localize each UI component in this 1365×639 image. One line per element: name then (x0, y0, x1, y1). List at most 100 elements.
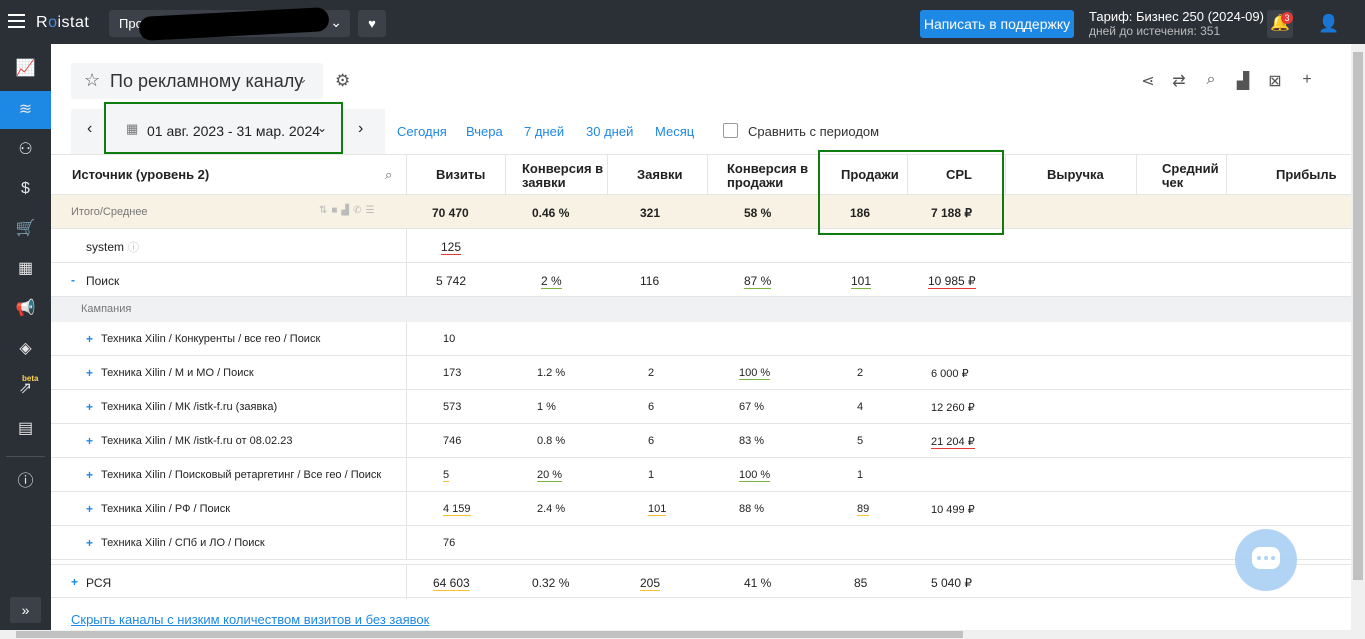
period-30days[interactable]: 30 дней (586, 124, 633, 139)
expand-toggle[interactable]: + (86, 434, 93, 448)
col-conv-req[interactable]: Конверсия в заявки (522, 162, 603, 190)
table-row[interactable]: + Техника Xilin / Поисковый ретаргетинг /… (51, 458, 1351, 492)
expand-toggle[interactable]: + (86, 502, 93, 516)
row-label: Техника Xilin / М и МО / Поиск (101, 367, 254, 379)
row-sales[interactable]: 89 (857, 503, 870, 516)
row-visits: 746 (443, 435, 462, 447)
hide-low-traffic-link[interactable]: Скрыть каналы с низким количеством визит… (71, 612, 429, 627)
row-requests[interactable]: 205 (640, 576, 661, 591)
analytics-icon[interactable]: 📈 (0, 50, 51, 88)
row-cpl[interactable]: 21 204 ₽ (931, 435, 975, 449)
col-cpl[interactable]: CPL (946, 168, 972, 182)
row-conv-req[interactable]: 2 % (541, 274, 562, 289)
row-requests[interactable]: 101 (648, 503, 667, 516)
excel-icon[interactable]: ⊠ (1265, 71, 1285, 91)
col-profit[interactable]: Прибыль (1276, 168, 1337, 182)
col-visits[interactable]: Визиты (436, 168, 485, 182)
horizontal-scrollbar[interactable] (0, 630, 1365, 639)
megaphone-icon[interactable]: 📢 (0, 290, 51, 328)
logo[interactable]: Roistat (36, 14, 89, 32)
col-source[interactable]: Источник (уровень 2) (72, 168, 209, 182)
row-conv-req: 1 % (537, 401, 556, 413)
col-requests[interactable]: Заявки (637, 168, 682, 182)
divider (406, 263, 407, 297)
divider (406, 458, 407, 492)
top-bar: Roistat Про ⌄ ♥ Написать в поддержку Тар… (0, 0, 1365, 44)
row-conv-sales[interactable]: 100 % (739, 367, 771, 380)
table-row[interactable]: + Техника Xilin / МК /istk-f.ru (заявка) 5… (51, 390, 1351, 424)
star-icon[interactable]: ☆ (84, 70, 100, 91)
expand-toggle[interactable]: + (71, 575, 78, 589)
row-cpl[interactable]: 10 985 ₽ (928, 274, 976, 289)
chevron-left-icon[interactable]: ‹ (87, 120, 92, 138)
vertical-scrollbar[interactable] (1351, 44, 1365, 630)
col-avg[interactable]: Средний чек (1162, 162, 1219, 190)
table-row[interactable]: + Техника Xilin / МК /istk-f.ru от 08.02.… (51, 424, 1351, 458)
row-visits[interactable]: 4 159 (443, 503, 471, 516)
report-title-select[interactable]: ☆ По рекламному каналу ⌄ (71, 63, 323, 99)
expand-toggle[interactable]: + (86, 468, 93, 482)
total-visits: 70 470 (432, 206, 469, 220)
table-row[interactable]: system ⓘ 125 (51, 229, 1351, 263)
period-month[interactable]: Месяц (655, 124, 694, 139)
scoreboard-icon[interactable]: ▤ (0, 410, 51, 448)
table-row[interactable]: - Поиск 5 742 2 % 116 87 % 101 10 985 ₽ (51, 263, 1351, 297)
scroll-thumb[interactable] (16, 631, 963, 638)
share-icon[interactable]: ⋖ (1138, 71, 1158, 91)
row-conv-req: 0.8 % (537, 435, 566, 447)
table-row[interactable]: + Техника Xilin / СПб и ЛО / Поиск 76 (51, 526, 1351, 560)
col-conv-sales[interactable]: Конверсия в продажи (727, 162, 808, 190)
health-check-button[interactable]: ♥ (358, 10, 386, 37)
period-7days[interactable]: 7 дней (524, 124, 564, 139)
tariff-info[interactable]: Тариф: Бизнес 250 (2024-09) дней до исте… (1089, 10, 1264, 39)
col-revenue[interactable]: Выручка (1047, 168, 1104, 182)
add-icon[interactable]: + (1297, 71, 1317, 89)
expand-toggle[interactable]: + (86, 400, 93, 414)
period-today[interactable]: Сегодня (397, 124, 447, 139)
row-tools-icons[interactable]: ⇅■▟✆☰ (319, 205, 378, 216)
col-sales[interactable]: Продажи (841, 168, 899, 182)
layers-active-icon[interactable]: ≋ (0, 91, 51, 129)
row-visits[interactable]: 5 (443, 469, 450, 482)
menu-icon[interactable] (8, 14, 25, 28)
period-yesterday[interactable]: Вчера (466, 124, 503, 139)
project-select[interactable]: Про ⌄ (109, 7, 350, 41)
calendar-icon[interactable]: ▦ (0, 250, 51, 288)
money-icon[interactable]: $ (0, 170, 51, 208)
row-visits[interactable]: 125 (441, 240, 462, 255)
search-icon[interactable]: ⌕ (1201, 71, 1221, 89)
row-conv-req[interactable]: 20 % (537, 469, 563, 482)
search-icon[interactable]: ⌕ (385, 167, 392, 183)
user-icon[interactable]: 👤 (1315, 10, 1343, 38)
notifications-button[interactable]: 🔔 3 (1267, 10, 1293, 38)
table-row[interactable]: + Техника Xilin / М и МО / Поиск 173 1.2 % 2… (51, 356, 1351, 390)
gear-icon[interactable]: ⚙ (335, 71, 350, 91)
support-button[interactable]: Написать в поддержку (920, 10, 1074, 38)
sitemap-icon[interactable]: ⚇ (0, 131, 51, 169)
row-sales[interactable]: 101 (851, 274, 872, 289)
chart-icon[interactable]: ▟ (1233, 71, 1253, 91)
table-row[interactable]: + Техника Xilin / Конкуренты / все гео / … (51, 322, 1351, 356)
row-label: РСЯ (86, 576, 112, 590)
expand-sidebar-button[interactable]: » (10, 597, 41, 623)
expand-toggle[interactable]: + (86, 366, 93, 380)
chat-widget[interactable] (1235, 529, 1297, 591)
row-conv-sales[interactable]: 100 % (739, 469, 771, 482)
help-icon[interactable]: ⓘ (128, 239, 139, 255)
collapse-toggle[interactable]: - (71, 273, 75, 287)
cart-icon[interactable]: 🛒 (0, 210, 51, 248)
expand-toggle[interactable]: + (86, 332, 93, 346)
row-visits[interactable]: 64 603 (433, 576, 470, 591)
row-sales: 5 (857, 435, 864, 447)
stack-icon[interactable]: ◈ (0, 330, 51, 368)
info-icon[interactable]: ⓘ (0, 463, 51, 501)
row-conv-sales[interactable]: 87 % (744, 274, 772, 289)
table-row[interactable]: + РСЯ 64 603 0.32 % 205 41 % 85 5 040 ₽ (51, 564, 1351, 599)
expand-toggle[interactable]: + (86, 536, 93, 550)
scroll-thumb[interactable] (1353, 52, 1363, 580)
date-range-picker[interactable]: ▦ 01 авг. 2023 - 31 мар. 2024 ⌄ (104, 102, 343, 154)
chevron-right-icon[interactable]: › (358, 120, 363, 138)
table-row[interactable]: + Техника Xilin / РФ / Поиск 4 159 2.4 % 101… (51, 492, 1351, 526)
compare-checkbox[interactable] (723, 123, 738, 138)
refresh-icon[interactable]: ⇄ (1169, 71, 1189, 91)
